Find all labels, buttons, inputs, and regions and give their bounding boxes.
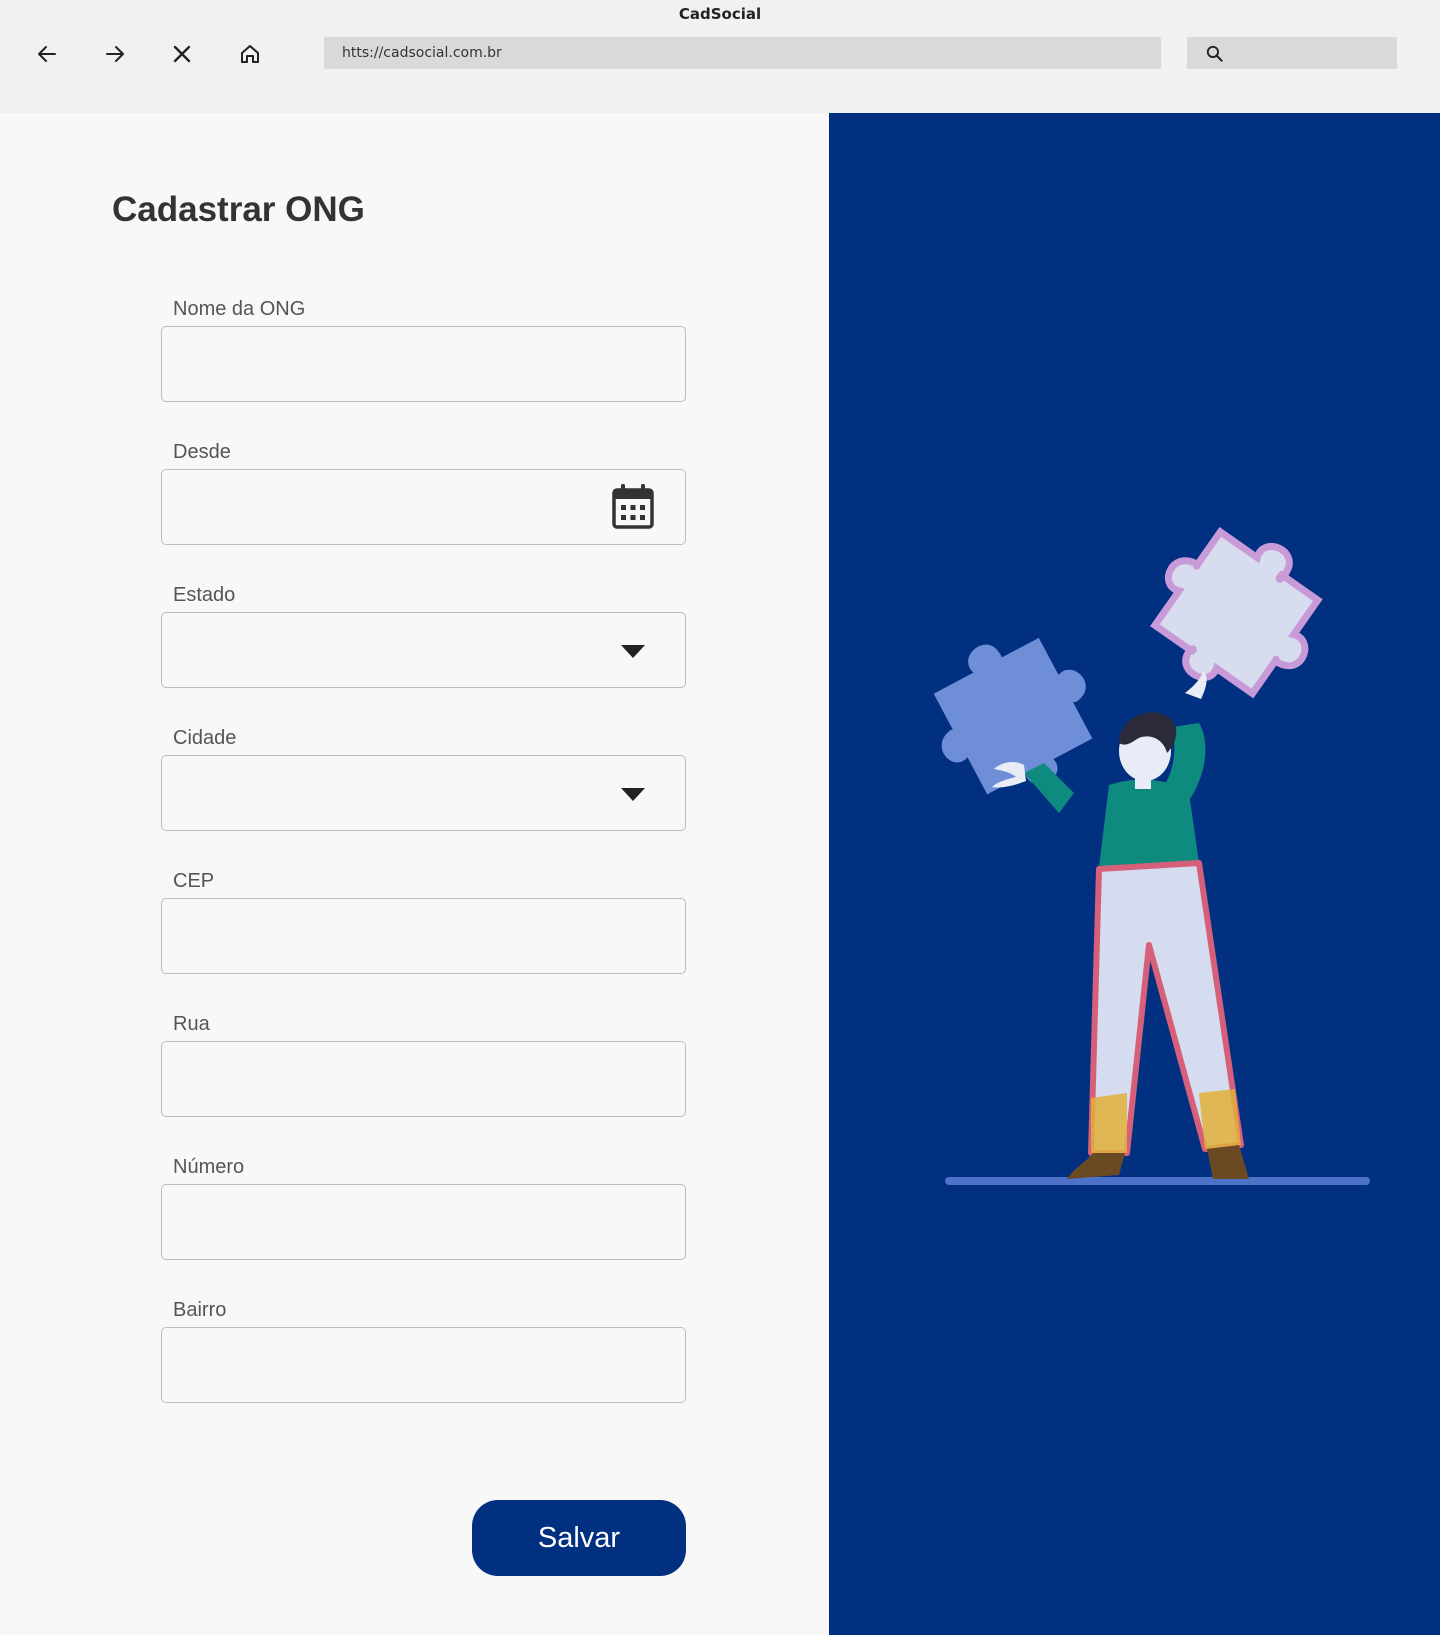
since-date-field[interactable] (161, 469, 686, 545)
form-panel: Cadastrar ONG Nome da ONG Desde Estado C… (0, 113, 829, 1635)
since-label: Desde (173, 441, 231, 463)
light-puzzle-piece (1150, 527, 1323, 699)
ong-name-field[interactable] (161, 326, 686, 402)
home-icon (241, 45, 259, 63)
browser-chrome: CadSocial htts://cadsocial.com.br (0, 0, 1440, 113)
cep-input[interactable] (162, 899, 685, 973)
caret-down-icon (621, 645, 645, 658)
ong-name-label: Nome da ONG (173, 298, 306, 320)
back-button[interactable] (29, 36, 65, 72)
neighborhood-input[interactable] (162, 1328, 685, 1402)
neighborhood-field[interactable] (161, 1327, 686, 1403)
stop-button[interactable] (164, 36, 200, 72)
street-input[interactable] (162, 1042, 685, 1116)
state-select[interactable] (161, 612, 686, 688)
close-icon (173, 45, 191, 63)
url-bar[interactable]: htts://cadsocial.com.br (324, 37, 1161, 69)
cep-label: CEP (173, 870, 215, 892)
city-select[interactable] (161, 755, 686, 831)
blue-puzzle-piece (933, 637, 1093, 795)
caret-down-icon (621, 788, 645, 801)
browser-search-field[interactable] (1187, 37, 1397, 69)
street-field[interactable] (161, 1041, 686, 1117)
neighborhood-label: Bairro (173, 1299, 227, 1321)
forward-button[interactable] (97, 36, 133, 72)
url-text: htts://cadsocial.com.br (342, 45, 502, 61)
number-field[interactable] (161, 1184, 686, 1260)
illustration-panel (829, 113, 1440, 1635)
save-button[interactable]: Salvar (472, 1500, 686, 1576)
state-label: Estado (173, 584, 236, 606)
calendar-icon[interactable] (612, 483, 654, 529)
puzzle-person-illustration (933, 527, 1370, 1185)
ong-name-input[interactable] (162, 327, 685, 401)
city-label: Cidade (173, 727, 237, 749)
cep-field[interactable] (161, 898, 686, 974)
arrow-right-icon (106, 46, 124, 62)
window-title: CadSocial (678, 5, 762, 23)
street-label: Rua (173, 1013, 210, 1035)
number-input[interactable] (162, 1185, 685, 1259)
home-button[interactable] (232, 36, 268, 72)
page-title: Cadastrar ONG (112, 190, 365, 229)
search-icon (1206, 45, 1223, 62)
arrow-left-icon (38, 46, 56, 62)
since-date-input[interactable] (162, 470, 685, 544)
number-label: Número (173, 1156, 245, 1178)
